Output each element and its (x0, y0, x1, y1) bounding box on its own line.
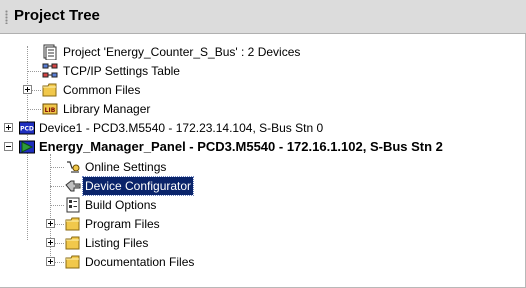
tree-item-label: Library Manager (63, 102, 151, 116)
tree-item-label: Project 'Energy_Counter_S_Bus' : 2 Devic… (63, 45, 301, 59)
folder-icon (65, 217, 80, 231)
tree-item-build-options[interactable]: Build Options (0, 196, 520, 214)
pcd-device-icon: PCD (19, 121, 35, 135)
folder-icon (65, 255, 80, 269)
tree-item-label: Device Configurator (81, 176, 195, 196)
tree-item-program-files[interactable]: Program Files (0, 215, 520, 233)
panel-header: Project Tree (0, 0, 526, 34)
tree-item-energy-manager-panel[interactable]: Energy_Manager_Panel - PCD3.M5540 - 172.… (0, 138, 520, 156)
project-tree: Project 'Energy_Counter_S_Bus' : 2 Devic… (0, 34, 525, 287)
expand-toggle-icon[interactable] (23, 85, 32, 94)
tree-item-label: Build Options (85, 198, 157, 212)
tree-item-common-files[interactable]: Common Files (0, 81, 520, 99)
folder-icon (42, 83, 57, 97)
folder-icon (65, 236, 80, 250)
tree-item-label: Common Files (63, 83, 141, 97)
tree-item-documentation-files[interactable]: Documentation Files (0, 253, 520, 271)
network-icon (42, 63, 58, 78)
tree-item-online-settings[interactable]: Online Settings (0, 158, 520, 176)
online-settings-icon (67, 161, 80, 173)
svg-text:LIB: LIB (45, 107, 56, 114)
tree-item-device-configurator[interactable]: Device Configurator (0, 176, 520, 196)
tree-item-listing-files[interactable]: Listing Files (0, 234, 520, 252)
project-tree-panel: Project Tree Project 'Energy_Counter_S_B… (0, 0, 526, 288)
tree-item-label: Program Files (85, 217, 160, 231)
expand-toggle-icon[interactable] (46, 238, 55, 247)
build-options-icon (66, 197, 80, 213)
panel-title: Project Tree (14, 7, 100, 24)
tree-item-library-manager[interactable]: LIB Library Manager (0, 100, 520, 118)
tree-item-label: Documentation Files (85, 255, 195, 269)
expand-toggle-icon[interactable] (46, 257, 55, 266)
tree-item-label: Online Settings (85, 160, 167, 174)
project-icon (43, 44, 57, 60)
collapse-toggle-icon[interactable] (4, 142, 13, 151)
device-configurator-icon (65, 180, 81, 192)
tree-item-tcpip-settings[interactable]: TCP/IP Settings Table (0, 62, 520, 80)
tree-item-label: Energy_Manager_Panel - PCD3.M5540 - 172.… (39, 139, 443, 154)
tree-item-project[interactable]: Project 'Energy_Counter_S_Bus' : 2 Devic… (0, 43, 520, 61)
expand-toggle-icon[interactable] (4, 123, 13, 132)
expand-toggle-icon[interactable] (46, 219, 55, 228)
svg-text:PCD: PCD (20, 126, 34, 133)
tree-item-label: Listing Files (85, 236, 149, 250)
active-device-icon (19, 140, 35, 154)
drag-grip-icon[interactable] (5, 10, 8, 24)
tree-item-label: Device1 - PCD3.M5540 - 172.23.14.104, S-… (39, 121, 324, 135)
tree-item-label: TCP/IP Settings Table (63, 64, 180, 78)
tree-item-device1[interactable]: PCD Device1 - PCD3.M5540 - 172.23.14.104… (0, 119, 520, 137)
library-icon: LIB (42, 103, 58, 115)
